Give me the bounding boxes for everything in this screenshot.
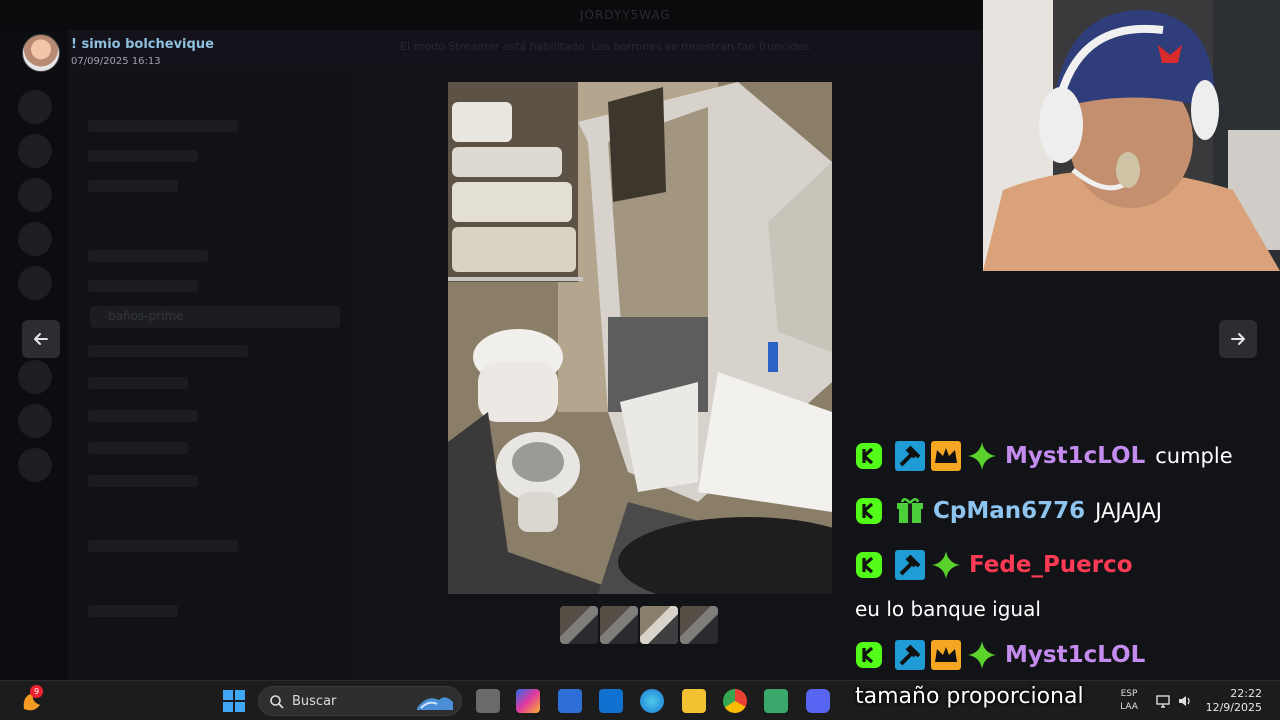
file-explorer-app-icon[interactable]: [682, 689, 706, 713]
channel-row: [88, 442, 188, 454]
server-icon: [18, 404, 52, 438]
chat-username[interactable]: Myst1cLOL: [1005, 642, 1145, 668]
search-label: Buscar: [292, 694, 337, 709]
channel-row: [88, 540, 238, 552]
kick-badge-icon: [855, 442, 883, 470]
task-view-app-icon[interactable]: [476, 689, 500, 713]
chat-text: cumple: [1155, 444, 1233, 468]
gift-badge-icon: [895, 496, 925, 526]
search-icon: [270, 695, 284, 709]
language-indicator[interactable]: ESP LAA: [1118, 688, 1140, 714]
streamer-webcam: [983, 0, 1280, 271]
bathroom-photo: [448, 82, 832, 594]
network-icon[interactable]: [1155, 693, 1171, 709]
clock-time: 22:22: [1230, 687, 1262, 700]
kick-badge-icon: [855, 551, 883, 579]
channel-row: [88, 250, 208, 262]
streamer-mode-text: El modo Streamer está habilitado. Los bo…: [400, 40, 810, 53]
server-icon: [18, 90, 52, 124]
chat-text: JAJAJAJ: [1095, 499, 1162, 523]
kick-badge-icon: [855, 497, 883, 525]
volume-icon[interactable]: [1177, 693, 1193, 709]
chat-message: Myst1cLOL: [855, 638, 1145, 672]
thumbnail[interactable]: [600, 606, 638, 644]
channel-row: [88, 280, 198, 292]
channel-row: [88, 410, 198, 422]
store-app-icon[interactable]: [558, 689, 582, 713]
active-channel-name: baños-prime: [108, 309, 184, 323]
window-server-title: JORDYY5WAG: [580, 8, 671, 22]
clock-date: 12/9/2025: [1205, 701, 1262, 714]
windows-taskbar: 9 Buscar ESP LAA 22:22 12/9/2025: [0, 680, 1280, 720]
sparkle-badge-icon: [967, 640, 997, 670]
stream-overlay-caption: tamaño proporcional: [855, 684, 1084, 709]
chat-text: eu lo banque igual: [855, 597, 1041, 621]
channel-row: [88, 345, 248, 357]
arrow-right-icon: [1231, 333, 1245, 345]
start-button[interactable]: [222, 689, 246, 713]
chat-username[interactable]: Myst1cLOL: [1005, 443, 1145, 469]
server-icon: [18, 266, 52, 300]
language-code: ESP: [1120, 689, 1138, 699]
edge-app-icon[interactable]: [640, 689, 664, 713]
server-icon: [18, 178, 52, 212]
chrome-app-icon[interactable]: [723, 689, 747, 713]
post-date: 07/09/2025 16:13: [71, 56, 161, 67]
widgets-notification-badge: 9: [30, 685, 43, 698]
windows-logo-icon: [223, 690, 245, 712]
arrow-left-icon: [34, 333, 48, 345]
keyboard-layout: LAA: [1120, 702, 1138, 712]
server-icon: [18, 448, 52, 482]
sparkle-badge-icon: [967, 441, 997, 471]
taskbar-search[interactable]: Buscar: [258, 686, 462, 716]
author-avatar[interactable]: [22, 34, 60, 72]
image-thumbnail-strip: [560, 606, 718, 644]
channel-row: [88, 605, 178, 617]
next-image-button[interactable]: [1219, 320, 1257, 358]
active-channel: baños-prime: [90, 306, 340, 328]
thumbnail-active[interactable]: [640, 606, 678, 644]
chat-username[interactable]: CpMan6776: [933, 498, 1085, 524]
previous-image-button[interactable]: [22, 320, 60, 358]
webcam-feed: [983, 0, 1280, 271]
outlook-app-icon[interactable]: [599, 689, 623, 713]
discord-app-icon[interactable]: [806, 689, 830, 713]
moderator-badge-icon: [895, 441, 925, 471]
snipping-app-icon[interactable]: [764, 689, 788, 713]
system-clock[interactable]: 22:22 12/9/2025: [1204, 687, 1262, 715]
thumbnail[interactable]: [560, 606, 598, 644]
chat-message: Myst1cLOL cumple: [855, 439, 1233, 473]
crown-badge-icon: [931, 441, 961, 471]
sparkle-badge-icon: [931, 550, 961, 580]
channel-row: [88, 377, 188, 389]
moderator-badge-icon: [895, 640, 925, 670]
channel-row: [88, 475, 198, 487]
author-name[interactable]: ! simio bolchevique: [71, 37, 214, 52]
thumbnail[interactable]: [680, 606, 718, 644]
channel-row: [88, 120, 238, 132]
chat-username[interactable]: Fede_Puerco: [969, 552, 1133, 578]
channel-row: [88, 150, 198, 162]
moderator-badge-icon: [895, 550, 925, 580]
search-highlight-icon: [417, 697, 453, 710]
server-icon: [18, 222, 52, 256]
chat-message: CpMan6776 JAJAJAJ: [855, 494, 1162, 528]
chat-message: Fede_Puerco: [855, 548, 1133, 582]
server-icon: [18, 360, 52, 394]
channel-row: [88, 180, 178, 192]
attachment-image[interactable]: [448, 82, 832, 594]
server-icon: [18, 134, 52, 168]
kick-badge-icon: [855, 641, 883, 669]
crown-badge-icon: [931, 640, 961, 670]
copilot-app-icon[interactable]: [516, 689, 540, 713]
